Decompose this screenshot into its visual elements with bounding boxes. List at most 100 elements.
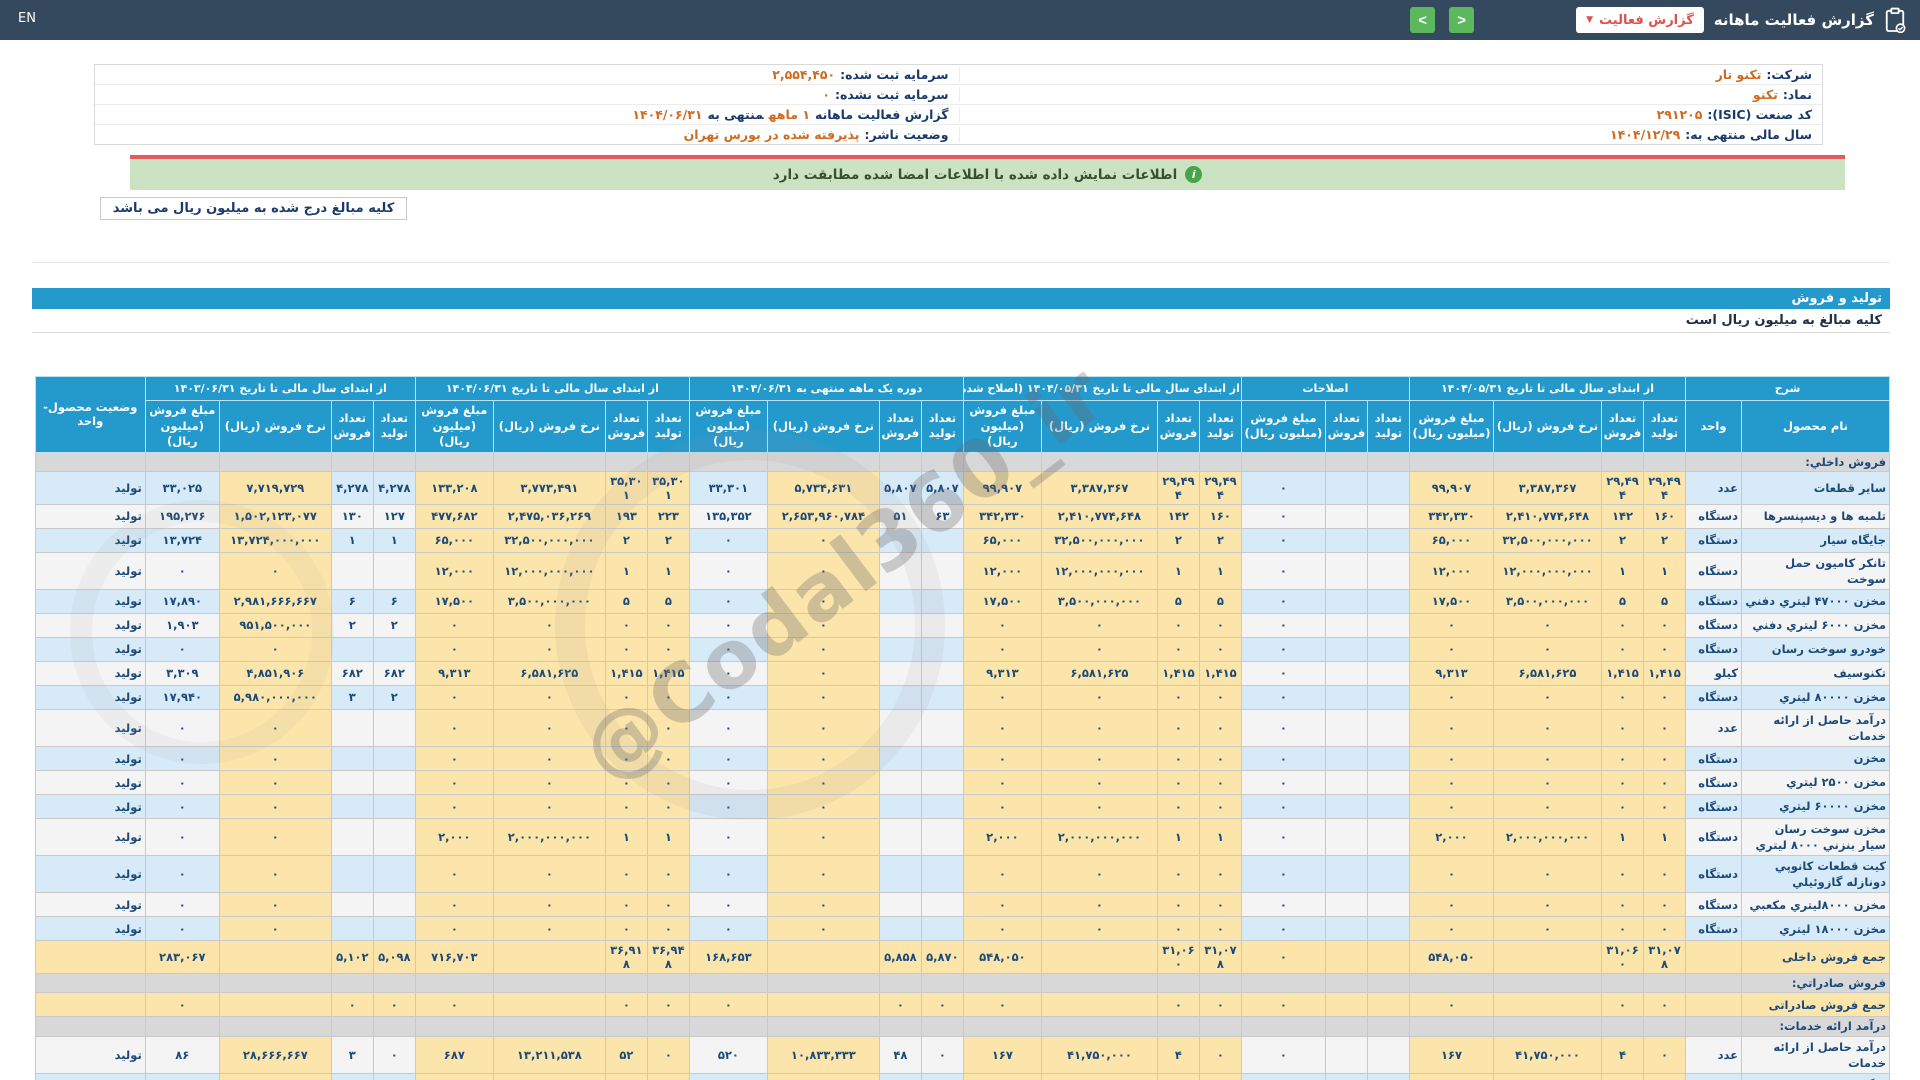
value-cell: ۱,۴۱۵ <box>605 661 647 685</box>
value-cell <box>1409 1017 1493 1036</box>
top-bar: گزارش فعالیت ماهانه گزارش فعالیت ▼ > < E… <box>0 0 1920 40</box>
report-type-dropdown[interactable]: گزارش فعالیت ▼ <box>1576 7 1704 33</box>
value-cell: ۰ <box>1041 709 1157 746</box>
value-cell <box>219 1017 331 1036</box>
value-cell: ۰ <box>415 1073 493 1080</box>
value-cell: ۰ <box>1644 685 1686 709</box>
value-cell: ۷,۷۱۹,۷۲۹ <box>219 471 331 504</box>
table-row: مخزن ۸۰۰۰لیتري مکعبيدستگاه۰۰۰۰۰۰۰۰۰۰۰۰۰۰… <box>35 893 1889 917</box>
value-cell <box>331 747 373 771</box>
value-cell: ۰ <box>493 771 605 795</box>
status-cell: تولید <box>35 589 145 613</box>
value-cell: ۰ <box>1199 613 1241 637</box>
value-cell <box>493 941 605 974</box>
value-cell <box>1367 504 1409 528</box>
value-cell: ۰ <box>1241 795 1325 819</box>
product-name-cell: تانکر کامیون حمل سوخت <box>1742 552 1890 589</box>
value-cell: ۳,۷۷۳,۴۹۱ <box>493 471 605 504</box>
value-cell <box>963 974 1041 993</box>
value-cell: ۴,۲۷۸ <box>373 471 415 504</box>
value-cell: ۴۸ <box>879 1036 921 1073</box>
value-cell: ۰ <box>1409 993 1493 1017</box>
next-report-button[interactable]: > <box>1449 7 1474 33</box>
value-cell: ۰ <box>689 795 767 819</box>
status-cell: تولید <box>35 613 145 637</box>
value-cell <box>647 452 689 471</box>
value-cell: ۰ <box>1157 613 1199 637</box>
value-cell: ۰ <box>647 637 689 661</box>
value-cell: ۰ <box>1241 685 1325 709</box>
language-toggle-en[interactable]: EN <box>18 11 36 26</box>
value-cell: ۰ <box>1241 771 1325 795</box>
info-row: شرکت:تکنو تارسرمایه ثبت شده:۲,۵۵۴,۴۵۰ <box>95 65 1822 85</box>
page: گزارش فعالیت ماهانه گزارش فعالیت ▼ > < E… <box>0 0 1920 1080</box>
column-header: تعداد تولید <box>647 401 689 453</box>
value-cell: ۱۹۳ <box>605 504 647 528</box>
value-cell: ۰ <box>1494 771 1602 795</box>
value-cell: ۰ <box>1241 993 1325 1017</box>
value-cell: ۰ <box>1644 893 1686 917</box>
value-cell: ۰ <box>767 552 879 589</box>
value-cell <box>145 974 219 993</box>
value-cell <box>493 1017 605 1036</box>
value-cell: ۰ <box>605 771 647 795</box>
table-row: برگشت از فروش وعدد۰۰۰۰۰۰۰۰۰۰۰۰۰۰۰۰۰۰۰۰۰ت… <box>35 1073 1889 1080</box>
value-cell: ۰ <box>1199 685 1241 709</box>
value-cell: ۰ <box>415 856 493 893</box>
value-cell: ۱,۴۱۵ <box>1157 661 1199 685</box>
value-cell <box>1325 941 1367 974</box>
status-column-header: وضعیت محصول-واحد <box>35 377 145 453</box>
value-cell <box>1325 685 1367 709</box>
product-name-header: نام محصول <box>1742 401 1890 453</box>
value-cell <box>879 893 921 917</box>
value-cell: ۰ <box>145 1073 219 1080</box>
group-header: شرح <box>1686 377 1890 401</box>
column-header: تعداد فروش <box>1157 401 1199 453</box>
value-cell: ۰ <box>1409 709 1493 746</box>
value-cell: ۰ <box>1494 709 1602 746</box>
status-cell: تولید <box>35 637 145 661</box>
value-cell: ۶۸۷ <box>415 1036 493 1073</box>
previous-report-button[interactable]: < <box>1410 7 1435 33</box>
value-cell: ۰ <box>689 528 767 552</box>
value-cell <box>493 993 605 1017</box>
table-row: خودرو سوخت رساندستگاه۰۰۰۰۰۰۰۰۰۰۰۰۰۰۰۰۰تو… <box>35 637 1889 661</box>
value-cell: ۰ <box>331 993 373 1017</box>
value-cell <box>1325 747 1367 771</box>
value-cell: ۳۱,۰۷۸ <box>1644 941 1686 974</box>
value-cell <box>1041 1017 1157 1036</box>
info-cell: کد صنعت (ISIC):۲۹۱۲۰۵ <box>959 107 1823 122</box>
column-header: مبلغ فروش (میلیون ریال) <box>1409 401 1493 453</box>
value-cell <box>921 709 963 746</box>
value-cell: ۰ <box>1494 637 1602 661</box>
value-cell <box>1325 661 1367 685</box>
table-row: مخزن ۱۸۰۰۰ لیتريدستگاه۰۰۰۰۰۰۰۰۰۰۰۰۰۰۰۰۰ت… <box>35 917 1889 941</box>
value-cell: ۰ <box>689 685 767 709</box>
value-cell: ۰ <box>415 685 493 709</box>
value-cell <box>921 856 963 893</box>
value-cell: ۰ <box>879 1073 921 1080</box>
unit-cell: دستگاه <box>1686 795 1742 819</box>
value-cell: ۰ <box>415 893 493 917</box>
info-cell: نماد:تکنو <box>959 87 1823 102</box>
value-cell <box>1494 1017 1602 1036</box>
value-cell: ۰ <box>493 685 605 709</box>
value-cell <box>219 452 331 471</box>
column-header: تعداد فروش <box>1602 401 1644 453</box>
value-cell: ۰ <box>1409 613 1493 637</box>
value-cell: ۲ <box>1644 528 1686 552</box>
value-cell: ۰ <box>219 747 331 771</box>
value-cell <box>879 452 921 471</box>
value-cell <box>921 893 963 917</box>
value-cell: ۵۲ <box>605 1036 647 1073</box>
chevron-down-icon: ▼ <box>1586 15 1593 25</box>
value-cell <box>1602 1017 1644 1036</box>
value-cell: ۰ <box>605 747 647 771</box>
unit-cell: دستگاه <box>1686 771 1742 795</box>
section-row: فروش داخلي: <box>35 452 1889 471</box>
value-cell: ۶۵,۰۰۰ <box>415 528 493 552</box>
value-cell <box>879 685 921 709</box>
value-cell: ۰ <box>1494 917 1602 941</box>
value-cell <box>331 452 373 471</box>
value-cell: ۰ <box>689 747 767 771</box>
